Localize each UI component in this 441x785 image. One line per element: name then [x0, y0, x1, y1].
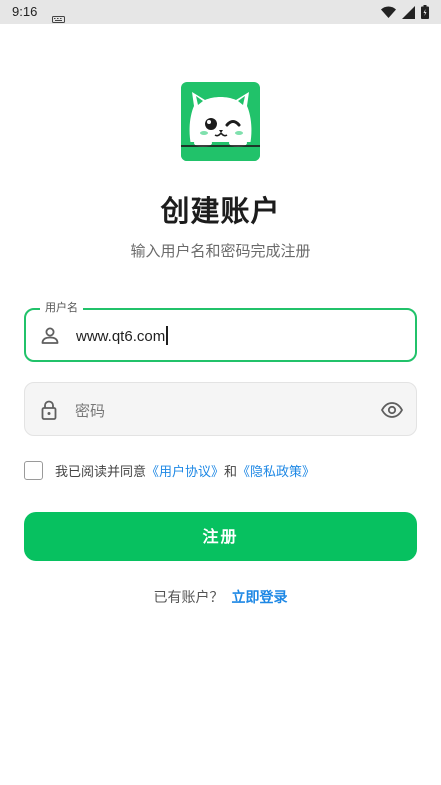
- agreement-prefix: 我已阅读并同意: [55, 464, 147, 480]
- person-icon: [38, 324, 62, 348]
- password-field[interactable]: 密码: [24, 382, 417, 436]
- terms-link[interactable]: 《用户协议》: [146, 461, 224, 480]
- text-caret: [166, 326, 168, 345]
- status-time: 9:16: [12, 4, 38, 19]
- page-subtitle: 输入用户名和密码完成注册: [130, 242, 311, 260]
- status-bar: 9:16: [0, 0, 441, 24]
- password-input[interactable]: 密码: [75, 400, 105, 421]
- eye-icon[interactable]: [380, 398, 404, 422]
- privacy-link[interactable]: 《隐私政策》: [237, 461, 315, 480]
- username-input[interactable]: www.qt6.com: [76, 326, 168, 345]
- lock-icon: [37, 398, 61, 422]
- signal-icon: [402, 5, 415, 19]
- keyboard-icon: [52, 8, 65, 27]
- username-label: 用户名: [40, 301, 83, 315]
- cat-logo-icon: [181, 82, 260, 161]
- page-title: 创建账户: [160, 194, 281, 228]
- agreement-row: 我已阅读并同意 《用户协议》 和 《隐私政策》: [24, 460, 315, 480]
- status-icons: [381, 5, 429, 19]
- register-button[interactable]: 注册: [24, 512, 417, 561]
- wifi-icon: [381, 6, 396, 18]
- login-prompt-text: 已有账户？: [153, 590, 224, 606]
- battery-icon: [421, 5, 429, 19]
- login-prompt: 已有账户？ 立即登录: [0, 587, 441, 607]
- username-value: www.qt6.com: [76, 328, 166, 345]
- agreement-checkbox[interactable]: [24, 460, 43, 480]
- login-link[interactable]: 立即登录: [232, 590, 288, 606]
- agreement-and: 和: [224, 464, 238, 480]
- username-field[interactable]: 用户名 www.qt6.com: [24, 301, 417, 362]
